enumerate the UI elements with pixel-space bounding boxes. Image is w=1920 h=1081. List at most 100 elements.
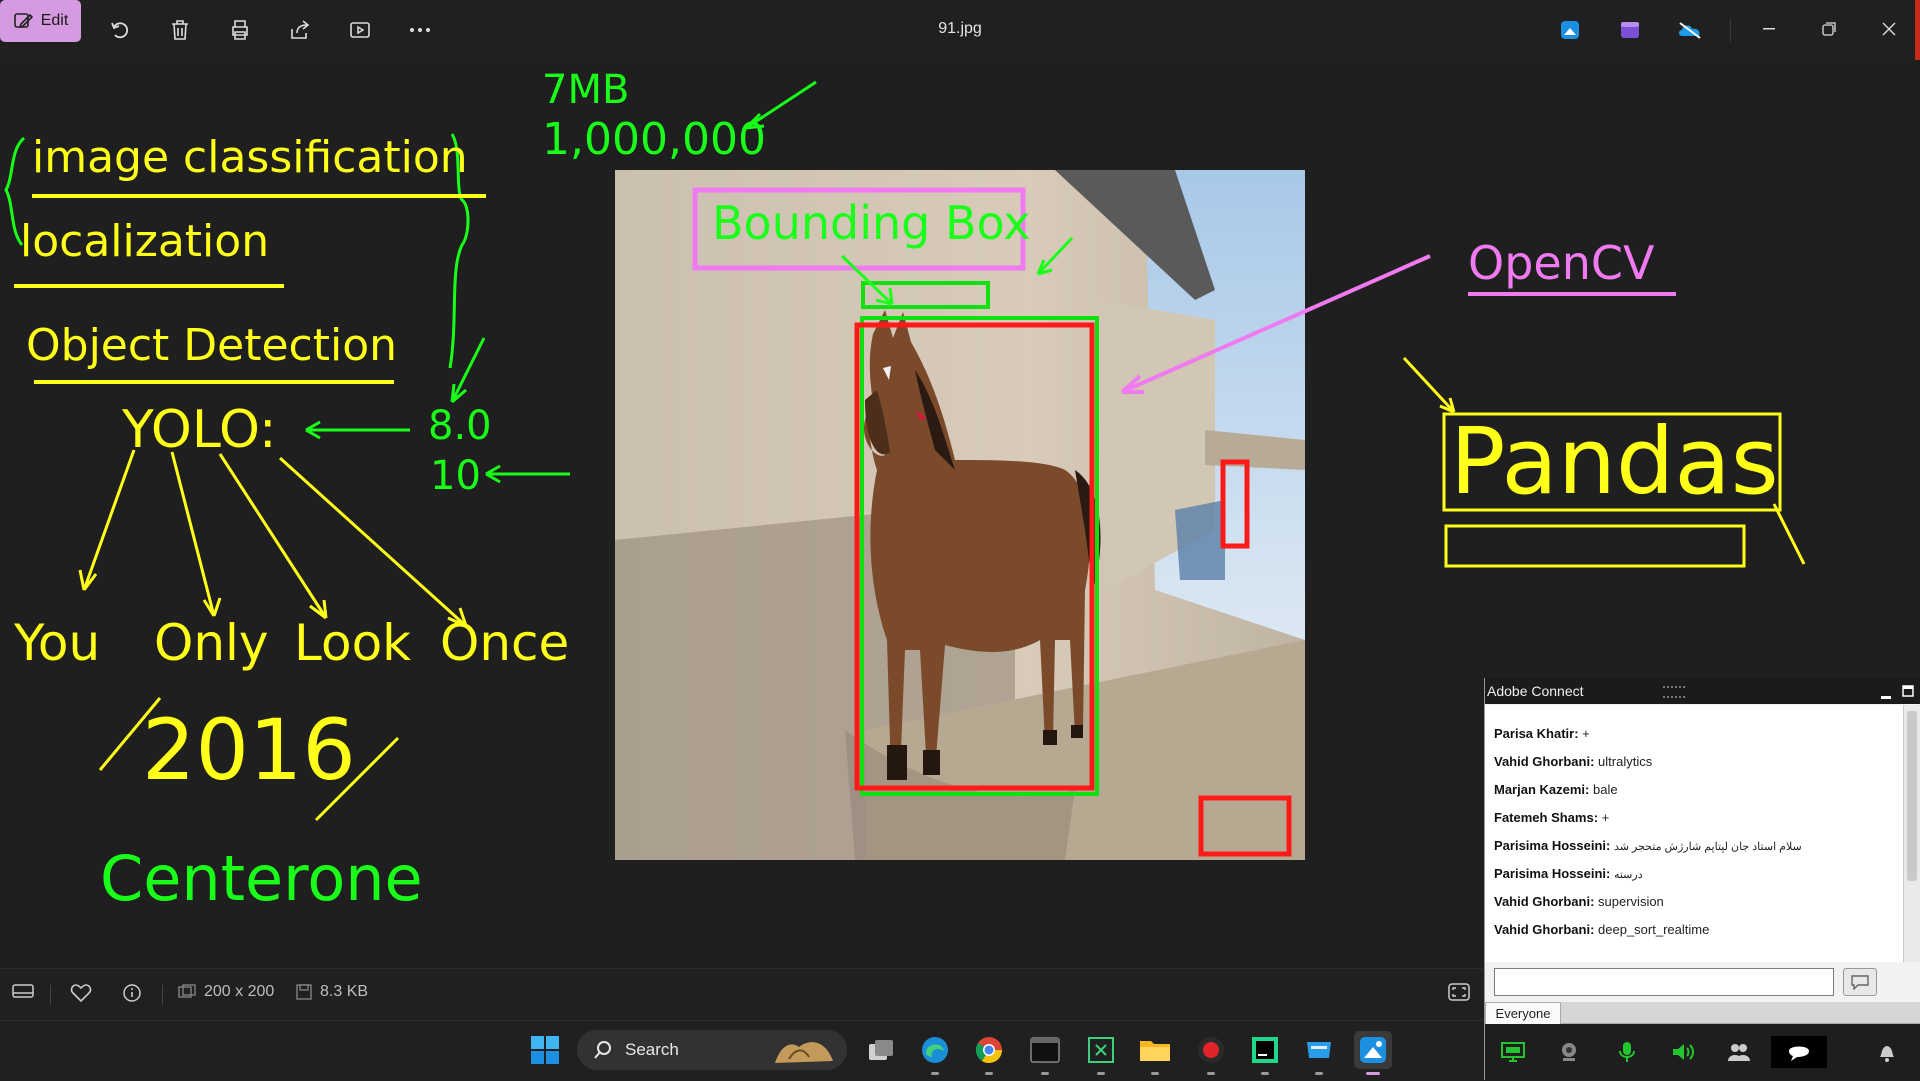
search-label: Search <box>625 1040 679 1059</box>
photos-app-icon <box>1561 21 1579 39</box>
onedrive-off-icon <box>1679 22 1701 39</box>
filmstrip-icon <box>12 984 34 998</box>
start-button[interactable] <box>526 1031 564 1069</box>
taskbar-terminal[interactable] <box>1026 1031 1064 1075</box>
search-icon <box>594 1041 611 1059</box>
chat-text: درسته <box>1613 869 1643 881</box>
chat-text: + <box>1582 726 1590 741</box>
close-button[interactable] <box>1869 14 1909 44</box>
info-button[interactable] <box>122 983 142 1003</box>
annotation-look: Look <box>294 614 412 672</box>
minimize-icon <box>1881 696 1891 699</box>
fit-window-icon <box>1448 983 1470 1001</box>
annotation-bounding-box: Bounding Box <box>712 196 1031 250</box>
annotation-count: 1,000,000 <box>542 114 766 165</box>
photo-viewer-image <box>615 170 1305 860</box>
annotation-only: Only <box>154 614 269 672</box>
annotation-localization: localization <box>20 216 270 267</box>
chat-scrollbar[interactable] <box>1903 705 1920 962</box>
annotation-year: 2016 <box>142 701 356 799</box>
annotation-size: 7MB <box>542 67 630 113</box>
taskbar-task-view[interactable] <box>862 1031 900 1069</box>
restore-button[interactable] <box>1809 14 1849 44</box>
adobe-connect-title: Adobe Connect <box>1487 683 1584 699</box>
adobe-connect-icon <box>1307 1042 1331 1058</box>
taskbar-file-explorer[interactable] <box>1136 1031 1174 1075</box>
photo-status-bar: 200 x 200 8.3 KB <box>0 968 1484 1021</box>
chat-sender: Vahid Ghorbani: <box>1494 922 1595 937</box>
send-message-button[interactable] <box>1843 968 1877 996</box>
annotation-version-10: 10 <box>430 453 481 499</box>
annotation-version-8: 8.0 <box>428 403 492 449</box>
taskbar-capture-app[interactable] <box>1082 1031 1120 1075</box>
annotation-yolo: YOLO: <box>122 400 277 460</box>
attendees-icon <box>1728 1044 1750 1061</box>
microphone-button[interactable] <box>1603 1036 1651 1068</box>
attendees-button[interactable] <box>1715 1036 1763 1068</box>
taskbar-photos[interactable] <box>1354 1031 1392 1075</box>
heart-icon <box>70 984 92 1003</box>
windows-logo-icon <box>531 1036 559 1064</box>
minimize-button[interactable] <box>1749 14 1789 44</box>
chat-message: Marjan Kazemi: bale <box>1494 782 1618 797</box>
adobe-connect-controls <box>1485 1024 1920 1080</box>
chat-text: supervision <box>1598 894 1664 909</box>
clipchamp-button[interactable] <box>1612 12 1648 48</box>
running-indicator <box>1097 1072 1105 1075</box>
terminal-icon <box>1030 1037 1060 1063</box>
filesize-info: 8.3 KB <box>296 983 368 1001</box>
bell-icon <box>1880 1046 1894 1062</box>
chat-message: Fatemeh Shams: + <box>1494 810 1609 825</box>
maximize-icon <box>1902 685 1914 697</box>
taskbar-chrome[interactable] <box>970 1031 1008 1075</box>
fit-to-window-button[interactable] <box>1448 983 1470 1001</box>
taskbar-edge[interactable] <box>916 1031 954 1075</box>
chat-input[interactable] <box>1494 968 1834 996</box>
clipchamp-icon <box>1621 22 1639 38</box>
scrollbar-thumb[interactable] <box>1907 711 1917 881</box>
onedrive-button[interactable] <box>1672 12 1708 48</box>
taskbar-recorder[interactable] <box>1192 1031 1230 1075</box>
record-icon <box>1198 1037 1224 1063</box>
taskbar-search[interactable]: Search <box>577 1030 847 1070</box>
taskbar-pycharm[interactable] <box>1246 1031 1284 1075</box>
speaker-button[interactable] <box>1659 1036 1707 1068</box>
edge-icon <box>922 1037 948 1063</box>
share-screen-button[interactable] <box>1489 1036 1537 1068</box>
annotation-object-detection: Object Detection <box>26 320 398 371</box>
panel-minimize-button[interactable] <box>1877 682 1895 700</box>
webcam-button[interactable] <box>1545 1036 1593 1068</box>
running-indicator <box>1207 1072 1215 1075</box>
chat-sender: Parisa Khatir: <box>1494 726 1579 741</box>
status-divider <box>50 985 51 1005</box>
panel-maximize-button[interactable] <box>1899 682 1917 700</box>
dimensions-info: 200 x 200 <box>178 983 274 1001</box>
chrome-icon <box>975 1037 1003 1064</box>
drag-handle[interactable] <box>1663 686 1685 698</box>
adobe-connect-titlebar: Adobe Connect <box>1485 678 1920 704</box>
window-edge-accent <box>1915 0 1920 60</box>
chat-icon <box>1789 1046 1809 1061</box>
photos-app-button[interactable] <box>1552 12 1588 48</box>
speaker-icon <box>1673 1044 1694 1060</box>
chat-message: Parisa Khatir: + <box>1494 726 1590 741</box>
tab-everyone[interactable]: Everyone <box>1485 1002 1561 1024</box>
running-indicator <box>1315 1072 1323 1075</box>
minimize-icon <box>1763 28 1775 30</box>
chat-message: Parisima Hosseini: سلام استاد جان لپتاپم… <box>1494 838 1802 853</box>
annotation-centerone: Centerone <box>100 842 423 915</box>
status-divider-2 <box>162 985 163 1005</box>
taskbar-adobe-connect[interactable] <box>1300 1031 1338 1075</box>
chat-sender: Parisima Hosseini: <box>1494 838 1611 853</box>
filmstrip-button[interactable] <box>12 983 34 999</box>
pycharm-icon <box>1252 1037 1278 1063</box>
chat-sender: Vahid Ghorbani: <box>1494 754 1595 769</box>
chat-sender: Parisima Hosseini: <box>1494 866 1611 881</box>
notifications-button[interactable] <box>1863 1036 1911 1068</box>
search-highlight-icon <box>775 1042 833 1063</box>
adobe-connect-panel: Adobe Connect Parisa Khatir: + Vahid Gho… <box>1484 678 1920 1080</box>
favorite-button[interactable] <box>70 983 92 1003</box>
chat-button[interactable] <box>1771 1036 1827 1068</box>
chat-text: + <box>1601 810 1610 825</box>
horse-photo <box>615 170 1305 860</box>
